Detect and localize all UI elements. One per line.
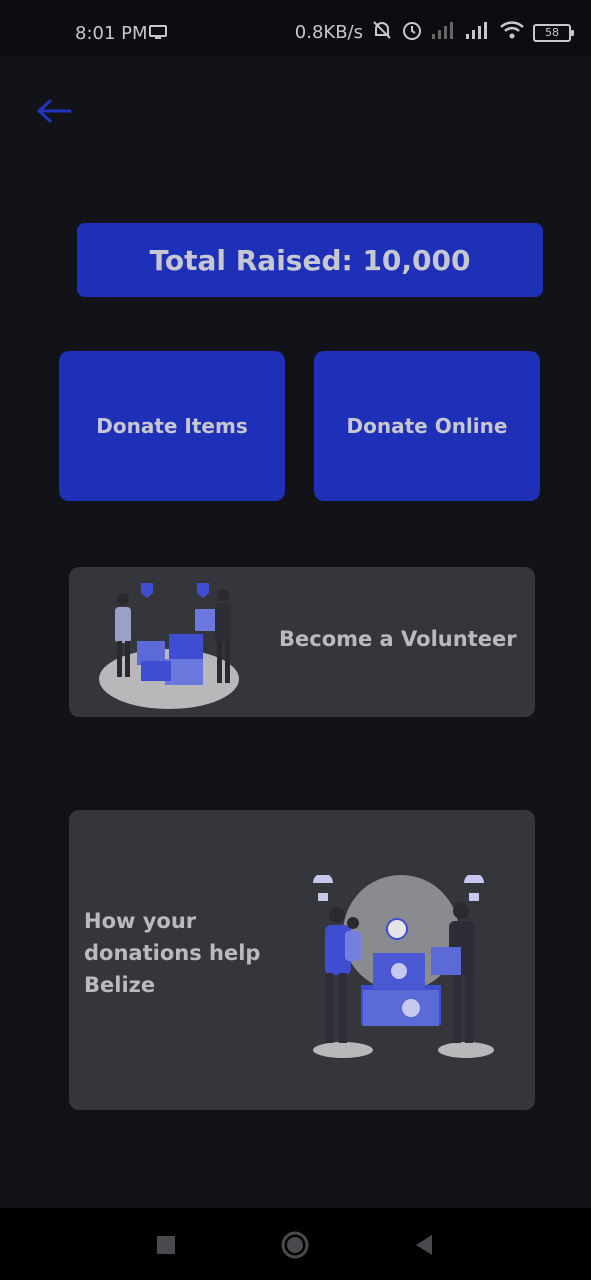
donate-online-label: Donate Online <box>346 414 508 438</box>
how-donations-help-card[interactable]: How your donations help Belize <box>69 810 535 1110</box>
back-nav-button[interactable] <box>410 1231 438 1259</box>
donate-online-button[interactable]: Donate Online <box>314 351 540 501</box>
donate-items-button[interactable]: Donate Items <box>59 351 285 501</box>
square-icon <box>157 1236 175 1254</box>
home-circle-icon <box>281 1231 309 1259</box>
status-bar: 8:01 PM 0.8KB/s 58 <box>0 0 591 56</box>
status-time: 8:01 PM <box>75 23 148 44</box>
network-speed: 0.8KB/s <box>294 22 363 43</box>
become-volunteer-card[interactable]: Become a Volunteer <box>69 567 535 717</box>
home-button[interactable] <box>281 1231 309 1259</box>
back-arrow-icon <box>37 99 72 123</box>
how-help-label: How your donations help Belize <box>84 909 261 997</box>
triangle-back-icon <box>416 1235 432 1255</box>
mute-bell-icon <box>371 19 393 46</box>
monitor-icon <box>149 25 167 46</box>
back-button[interactable] <box>34 96 74 126</box>
volunteer-illustration <box>99 583 239 709</box>
recent-apps-button[interactable] <box>152 1231 180 1259</box>
signal-icon-2 <box>465 21 491 44</box>
system-nav-bar <box>0 1208 591 1280</box>
battery-icon: 58 <box>533 23 574 42</box>
donations-help-illustration <box>313 875 494 1058</box>
signal-icon <box>431 21 457 44</box>
donate-items-label: Donate Items <box>96 414 248 438</box>
volunteer-label: Become a Volunteer <box>279 627 517 651</box>
alarm-icon <box>401 19 423 46</box>
total-raised-banner: Total Raised: 10,000 <box>77 223 543 297</box>
wifi-icon <box>499 20 525 45</box>
